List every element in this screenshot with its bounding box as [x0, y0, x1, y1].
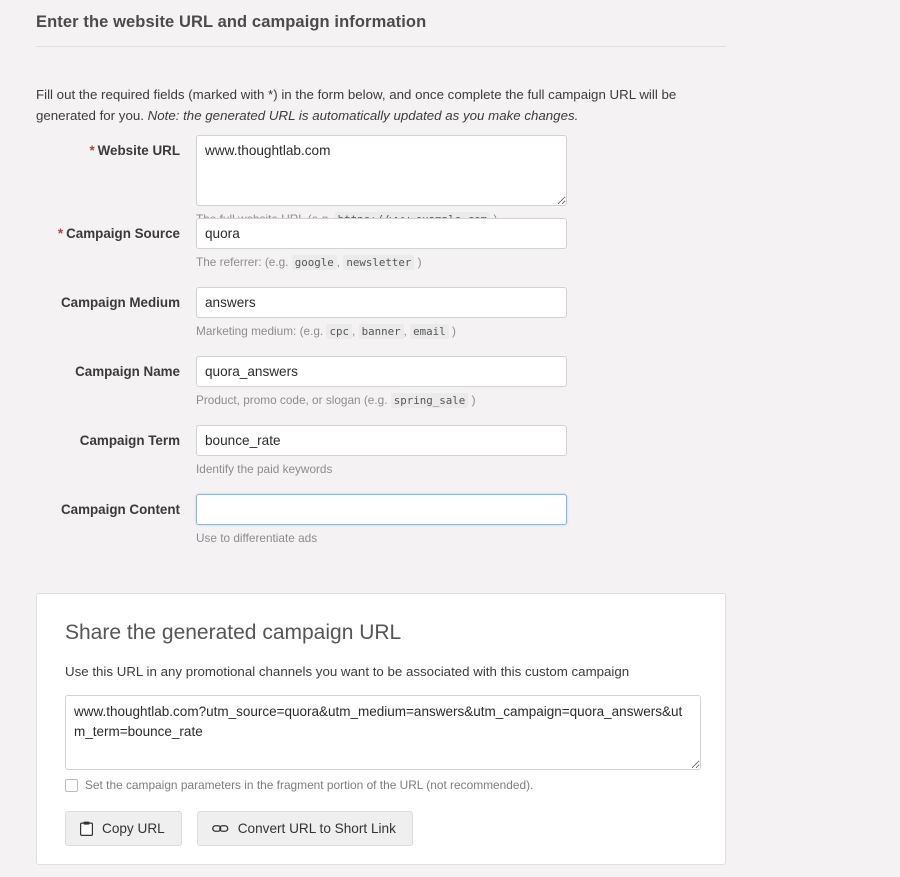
share-panel-subtitle: Use this URL in any promotional channels…	[65, 664, 630, 679]
generated-url-textarea[interactable]: www.thoughtlab.com?utm_source=quora&utm_…	[65, 695, 701, 770]
help-text-campaign-source: The referrer: (e.g.	[196, 255, 289, 269]
convert-short-link-button-label: Convert URL to Short Link	[237, 821, 396, 836]
label-text-campaign-name: Campaign Name	[75, 364, 180, 379]
form-row-campaign-source: *Campaign Source The referrer: (e.g. goo…	[0, 218, 900, 287]
copy-url-button[interactable]: Copy URL	[65, 811, 182, 846]
page-title: Enter the website URL and campaign infor…	[36, 13, 427, 31]
label-text-campaign-content: Campaign Content	[60, 502, 180, 517]
campaign-medium-input[interactable]	[196, 287, 567, 318]
control-campaign-source: The referrer: (e.g. google, newsletter )	[196, 218, 567, 270]
label-campaign-content: Campaign Content	[0, 501, 180, 518]
help-code-google: google	[291, 255, 337, 270]
label-text-campaign-term: Campaign Term	[79, 433, 180, 448]
campaign-content-input[interactable]	[196, 494, 567, 525]
control-campaign-name: Product, promo code, or slogan (e.g. spr…	[196, 356, 567, 408]
help-campaign-name: Product, promo code, or slogan (e.g. spr…	[196, 387, 567, 408]
link-icon	[211, 822, 229, 835]
help-campaign-medium: Marketing medium: (e.g. cpc, banner, ema…	[196, 318, 567, 339]
help-code-cpc: cpc	[326, 324, 352, 339]
section-header: Enter the website URL and campaign infor…	[36, 12, 726, 47]
fragment-option-row: Set the campaign parameters in the fragm…	[65, 778, 697, 793]
help-code-newsletter: newsletter	[343, 255, 415, 270]
copy-url-button-label: Copy URL	[102, 821, 165, 836]
campaign-url-builder-page: Enter the website URL and campaign infor…	[0, 0, 900, 877]
label-website-url: * Website URL	[0, 142, 180, 159]
help-campaign-source: The referrer: (e.g. google, newsletter )	[196, 249, 567, 270]
help-sep-campaign-medium-2: ,	[403, 324, 407, 338]
help-close-campaign-source: )	[417, 255, 422, 269]
label-text-website-url: Website URL	[97, 143, 180, 158]
help-text-campaign-name: Product, promo code, or slogan (e.g.	[196, 393, 388, 407]
help-code-banner: banner	[358, 324, 404, 339]
form-row-campaign-medium: Campaign Medium Marketing medium: (e.g. …	[0, 287, 900, 356]
share-panel-actions: Copy URL Convert URL to Short Link	[65, 811, 697, 846]
fragment-checkbox[interactable]	[65, 779, 78, 792]
help-campaign-term: Identify the paid keywords	[196, 462, 333, 476]
form-row-website-url: *Website URL www.thoughtlab.com The full…	[0, 132, 900, 227]
intro-note-text: Note: the generated URL is automatically…	[147, 107, 579, 123]
required-asterisk-campaign-source: *	[57, 226, 64, 241]
control-campaign-content: Use to differentiate ads	[196, 494, 567, 546]
label-campaign-source: * Campaign Source	[0, 225, 180, 242]
share-panel-body: Share the generated campaign URL Use thi…	[37, 594, 725, 846]
campaign-name-input[interactable]	[196, 356, 567, 387]
share-url-panel: Share the generated campaign URL Use thi…	[36, 593, 726, 865]
control-website-url: www.thoughtlab.com The full website URL …	[196, 135, 567, 227]
form-row-campaign-content: Campaign Content Use to differentiate ad…	[0, 494, 900, 563]
help-sep-campaign-source: ,	[336, 255, 341, 269]
label-text-campaign-source: Campaign Source	[66, 226, 180, 241]
control-campaign-term: Identify the paid keywords	[196, 425, 567, 477]
campaign-form: *Website URL www.thoughtlab.com The full…	[0, 132, 900, 563]
control-campaign-medium: Marketing medium: (e.g. cpc, banner, ema…	[196, 287, 567, 339]
required-asterisk-website-url: *	[89, 143, 95, 158]
label-campaign-medium: Campaign Medium	[0, 294, 180, 311]
help-close-campaign-name: )	[471, 393, 476, 407]
convert-short-link-button[interactable]: Convert URL to Short Link	[196, 811, 413, 846]
campaign-term-input[interactable]	[196, 425, 567, 456]
help-code-spring-sale: spring_sale	[390, 393, 469, 408]
label-campaign-term: Campaign Term	[0, 432, 180, 449]
form-row-campaign-term: Campaign Term Identify the paid keywords	[0, 425, 900, 494]
help-sep-campaign-medium-1: ,	[352, 324, 356, 338]
header-divider	[36, 46, 726, 47]
campaign-source-input[interactable]	[196, 218, 567, 249]
help-code-email: email	[410, 324, 449, 339]
intro-text: Fill out the required fields (marked wit…	[36, 85, 720, 126]
clipboard-icon	[80, 821, 93, 836]
help-campaign-content: Use to differentiate ads	[196, 531, 318, 545]
form-row-campaign-name: Campaign Name Product, promo code, or sl…	[0, 356, 900, 425]
help-close-campaign-medium: )	[451, 324, 456, 338]
label-text-campaign-medium: Campaign Medium	[60, 295, 180, 310]
share-panel-title: Share the generated campaign URL	[65, 621, 402, 644]
help-text-campaign-medium: Marketing medium: (e.g.	[196, 324, 324, 338]
fragment-checkbox-label: Set the campaign parameters in the fragm…	[85, 778, 534, 792]
website-url-input[interactable]: www.thoughtlab.com	[196, 135, 567, 206]
label-campaign-name: Campaign Name	[0, 363, 180, 380]
